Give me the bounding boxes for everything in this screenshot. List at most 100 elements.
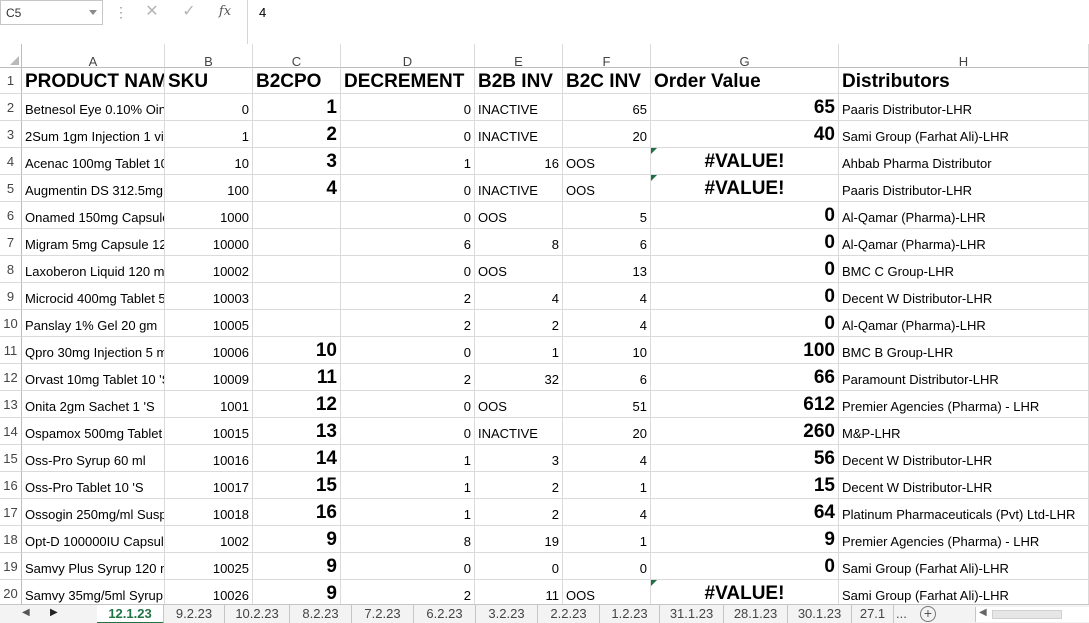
table-cell[interactable]: Oss-Pro Tablet 10 'S (22, 472, 165, 499)
table-cell[interactable]: 2 (475, 310, 563, 337)
table-cell[interactable]: Qpro 30mg Injection 5 m (22, 337, 165, 364)
table-cell[interactable]: 0 (563, 553, 651, 580)
sheet-tab[interactable]: 30.1.23 (788, 605, 852, 623)
table-cell[interactable]: Platinum Pharmaceuticals (Pvt) Ltd-LHR (839, 499, 1089, 526)
table-cell[interactable]: 14 (253, 445, 341, 472)
sheet-tab[interactable]: 31.1.23 (660, 605, 724, 623)
row-header[interactable]: 15 (0, 445, 22, 472)
table-cell[interactable]: 4 (563, 499, 651, 526)
sheet-tab[interactable]: 7.2.23 (352, 605, 414, 623)
table-cell[interactable] (253, 229, 341, 256)
more-sheets[interactable]: ... (896, 605, 907, 622)
column-header-c[interactable]: C (253, 44, 341, 68)
table-cell[interactable]: Onita 2gm Sachet 1 'S (22, 391, 165, 418)
table-cell[interactable]: Premier Agencies (Pharma) - LHR (839, 391, 1089, 418)
table-cell[interactable]: BMC B Group-LHR (839, 337, 1089, 364)
table-cell[interactable]: Onamed 150mg Capsule (22, 202, 165, 229)
header-cell[interactable]: DECREMENT (341, 68, 475, 94)
add-sheet-icon[interactable]: + (920, 606, 936, 622)
sheet-tab[interactable]: 2.2.23 (538, 605, 600, 623)
table-cell[interactable]: 10018 (165, 499, 253, 526)
table-cell[interactable]: 10 (563, 337, 651, 364)
table-cell[interactable]: INACTIVE (475, 94, 563, 121)
table-cell[interactable]: 0 (341, 553, 475, 580)
table-cell[interactable]: 8 (475, 229, 563, 256)
table-cell[interactable]: 260 (651, 418, 839, 445)
scroll-tabs-left-icon[interactable]: ◀ (22, 607, 30, 618)
table-cell[interactable]: 1 (341, 472, 475, 499)
table-cell[interactable]: Sami Group (Farhat Ali)-LHR (839, 553, 1089, 580)
scroll-left-icon[interactable]: ◀ (979, 607, 987, 618)
row-header[interactable]: 5 (0, 175, 22, 202)
table-cell[interactable]: 0 (341, 337, 475, 364)
row-header[interactable]: 1 (0, 68, 22, 94)
table-cell[interactable]: 4 (475, 283, 563, 310)
table-cell[interactable]: 1 (165, 121, 253, 148)
table-cell[interactable]: OOS (563, 175, 651, 202)
row-header[interactable]: 7 (0, 229, 22, 256)
row-header[interactable]: 14 (0, 418, 22, 445)
table-cell[interactable]: INACTIVE (475, 418, 563, 445)
sheet-tab[interactable]: 8.2.23 (290, 605, 352, 623)
table-cell[interactable]: 66 (651, 364, 839, 391)
table-cell[interactable]: 13 (253, 418, 341, 445)
table-cell[interactable]: #VALUE! (651, 580, 839, 604)
table-cell[interactable]: 0 (341, 202, 475, 229)
row-header[interactable]: 3 (0, 121, 22, 148)
table-cell[interactable]: Al-Qamar (Pharma)-LHR (839, 310, 1089, 337)
table-cell[interactable]: 32 (475, 364, 563, 391)
sheet-tab[interactable]: 27.1 (852, 605, 894, 623)
column-header-b[interactable]: B (165, 44, 253, 68)
table-cell[interactable]: Paramount Distributor-LHR (839, 364, 1089, 391)
table-cell[interactable]: Microcid 400mg Tablet 5 (22, 283, 165, 310)
horizontal-scrollbar[interactable]: ◀ (975, 607, 1089, 622)
table-cell[interactable]: 1 (341, 499, 475, 526)
table-cell[interactable]: Al-Qamar (Pharma)-LHR (839, 202, 1089, 229)
column-header-f[interactable]: F (563, 44, 651, 68)
table-cell[interactable]: OOS (475, 256, 563, 283)
table-cell[interactable]: 4 (253, 175, 341, 202)
header-cell[interactable]: B2C INV (563, 68, 651, 94)
table-cell[interactable]: 9 (253, 580, 341, 604)
table-cell[interactable]: 0 (651, 553, 839, 580)
header-cell[interactable]: SKU (165, 68, 253, 94)
sheet-tab[interactable]: 3.2.23 (476, 605, 538, 623)
table-cell[interactable]: 56 (651, 445, 839, 472)
sheet-tab[interactable]: 1.2.23 (600, 605, 660, 623)
table-cell[interactable]: 19 (475, 526, 563, 553)
table-cell[interactable]: 65 (563, 94, 651, 121)
table-cell[interactable]: Al-Qamar (Pharma)-LHR (839, 229, 1089, 256)
name-box[interactable]: C5 (0, 0, 103, 25)
column-header-d[interactable]: D (341, 44, 475, 68)
table-cell[interactable]: 100 (651, 337, 839, 364)
table-cell[interactable]: 3 (253, 148, 341, 175)
table-cell[interactable]: 4 (563, 283, 651, 310)
table-cell[interactable]: 20 (563, 121, 651, 148)
column-header-a[interactable]: A (22, 44, 165, 68)
table-cell[interactable]: 20 (563, 418, 651, 445)
table-cell[interactable]: 0 (651, 229, 839, 256)
row-header[interactable]: 9 (0, 283, 22, 310)
chevron-down-icon[interactable] (89, 10, 97, 15)
table-cell[interactable]: 1002 (165, 526, 253, 553)
table-cell[interactable]: 15 (651, 472, 839, 499)
table-cell[interactable]: Samvy Plus Syrup 120 m (22, 553, 165, 580)
table-cell[interactable]: 6 (563, 364, 651, 391)
table-cell[interactable]: 13 (563, 256, 651, 283)
table-cell[interactable] (253, 283, 341, 310)
table-cell[interactable]: OOS (563, 580, 651, 604)
sheet-tab[interactable]: 9.2.23 (164, 605, 225, 623)
table-cell[interactable]: Decent W Distributor-LHR (839, 472, 1089, 499)
table-cell[interactable]: Opt-D 100000IU Capsule (22, 526, 165, 553)
table-cell[interactable] (253, 202, 341, 229)
table-cell[interactable]: Sami Group (Farhat Ali)-LHR (839, 121, 1089, 148)
header-cell[interactable]: B2CPO (253, 68, 341, 94)
table-cell[interactable]: 10 (253, 337, 341, 364)
table-cell[interactable]: Migram 5mg Capsule 12 (22, 229, 165, 256)
table-cell[interactable]: 1000 (165, 202, 253, 229)
table-cell[interactable]: Decent W Distributor-LHR (839, 283, 1089, 310)
table-cell[interactable] (253, 256, 341, 283)
table-cell[interactable]: 10025 (165, 553, 253, 580)
table-cell[interactable]: Panslay 1% Gel 20 gm (22, 310, 165, 337)
table-cell[interactable]: Acenac 100mg Tablet 10 (22, 148, 165, 175)
